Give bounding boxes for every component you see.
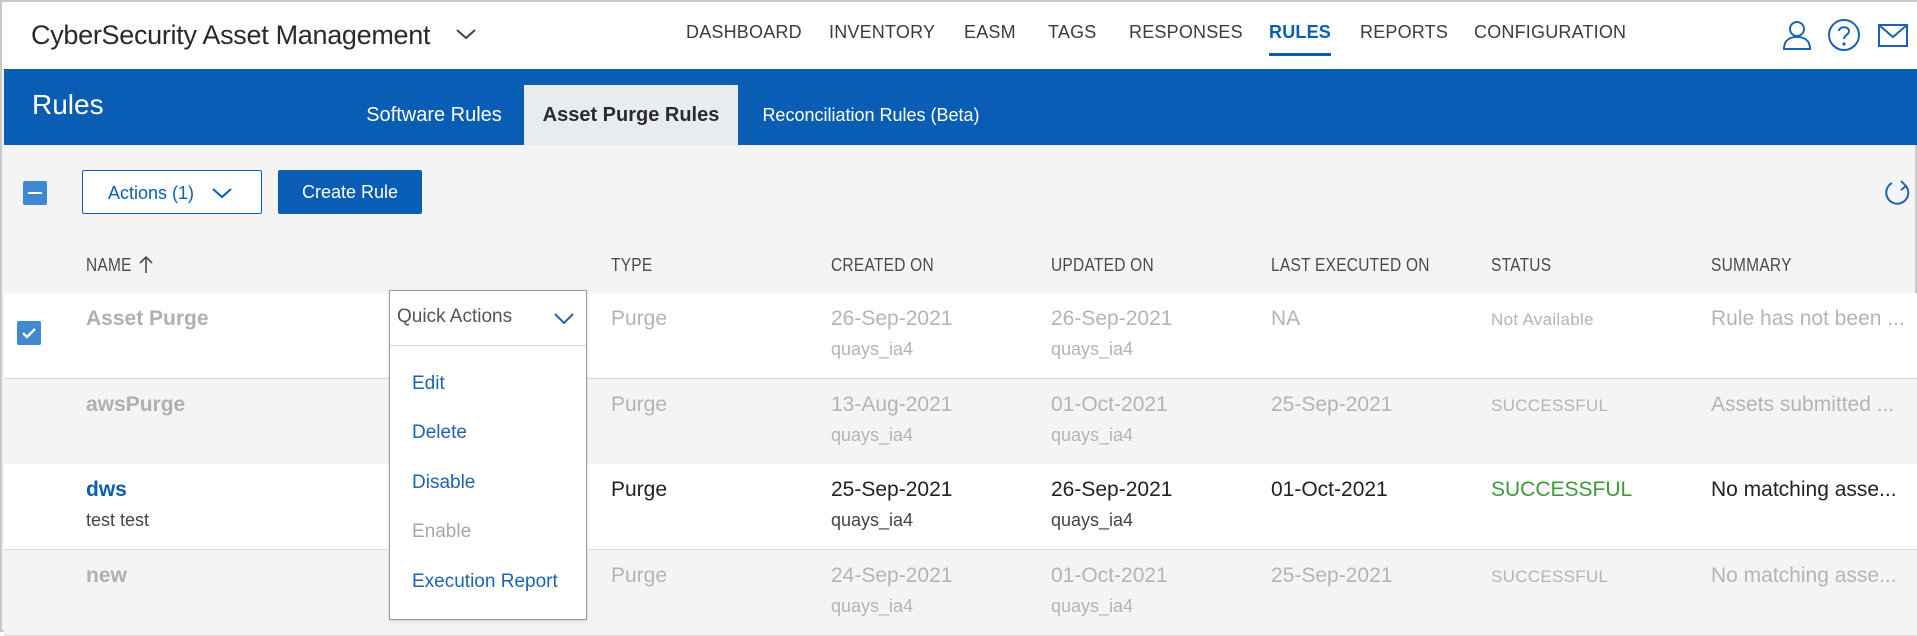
updated-date: 01-Oct-2021 [1051, 564, 1168, 587]
updated-by: quays_ia4 [1051, 596, 1134, 616]
row-checkbox[interactable] [17, 321, 41, 345]
created-by: quays_ia4 [831, 596, 914, 616]
updated-date: 26-Sep-2021 [1051, 307, 1173, 330]
top-header: CyberSecurity Asset Management DASHBOARD… [2, 2, 1917, 70]
create-rule-button[interactable]: Create Rule [278, 170, 422, 214]
table-row[interactable]: dws test test Purge 25-Sep-2021 quays_ia… [4, 464, 1917, 550]
summary-text: Rule has not been ... [1711, 307, 1905, 330]
chevron-down-icon [554, 313, 574, 325]
updated-by: quays_ia4 [1051, 425, 1134, 445]
app-title: CyberSecurity Asset Management [31, 20, 431, 50]
select-all-checkbox[interactable] [23, 181, 47, 205]
help-icon[interactable] [1827, 18, 1861, 52]
tab-asset-purge-rules[interactable]: Asset Purge Rules [524, 85, 738, 145]
active-nav-indicator [1269, 53, 1332, 56]
rule-type: Purge [611, 478, 668, 501]
table-row[interactable]: awsPurge Purge 13-Aug-2021 quays_ia4 01-… [4, 379, 1917, 465]
nav-rules[interactable]: RULES [1269, 22, 1332, 56]
quick-actions-label: Quick Actions [397, 306, 513, 327]
actions-dropdown-button[interactable]: Actions (1) [82, 170, 262, 214]
nav-reports[interactable]: REPORTS [1360, 22, 1448, 43]
rule-type: Purge [611, 393, 668, 416]
last-executed: 01-Oct-2021 [1271, 478, 1388, 501]
table-row[interactable]: Asset Purge Purge 26-Sep-2021 quays_ia4 … [4, 293, 1917, 379]
rule-name[interactable]: Asset Purge [86, 307, 209, 331]
rule-name[interactable]: awsPurge [86, 393, 185, 417]
rule-name[interactable]: new [86, 564, 127, 588]
menu-item-edit[interactable]: Edit [412, 373, 445, 395]
app-switcher-chevron-icon[interactable] [454, 24, 478, 44]
last-executed: 25-Sep-2021 [1271, 393, 1393, 416]
menu-item-disable[interactable]: Disable [412, 472, 475, 494]
nav-dashboard[interactable]: DASHBOARD [686, 22, 802, 43]
nav-easm[interactable]: EASM [964, 22, 1016, 43]
column-header-last-executed-on[interactable]: LAST EXECUTED ON [1271, 255, 1430, 276]
column-header-summary[interactable]: SUMMARY [1711, 255, 1792, 276]
nav-rules-label: RULES [1269, 22, 1332, 42]
quick-actions-trigger[interactable]: Quick Actions [390, 291, 586, 346]
status-badge: SUCCESSFUL [1491, 567, 1609, 586]
summary-text: No matching asse... [1711, 478, 1897, 501]
status-badge: SUCCESSFUL [1491, 478, 1633, 501]
created-date: 25-Sep-2021 [831, 478, 953, 501]
mail-icon[interactable] [1876, 18, 1910, 52]
chevron-down-icon [212, 188, 232, 199]
last-executed: 25-Sep-2021 [1271, 564, 1393, 587]
column-header-status[interactable]: STATUS [1491, 255, 1551, 276]
created-date: 24-Sep-2021 [831, 564, 953, 587]
column-header-name[interactable]: NAME [86, 255, 132, 276]
column-header-updated-on[interactable]: UPDATED ON [1051, 255, 1154, 276]
table-header: NAME TYPE CREATED ON UPDATED ON LAST EXE… [4, 239, 1917, 294]
created-date: 13-Aug-2021 [831, 393, 953, 416]
created-date: 26-Sep-2021 [831, 307, 953, 330]
status-badge: Not Available [1491, 310, 1594, 329]
summary-text: No matching asse... [1711, 564, 1897, 587]
sort-ascending-icon[interactable] [138, 253, 154, 275]
actions-label: Actions (1) [108, 183, 195, 203]
checkmark-icon [22, 328, 36, 339]
page-title: Rules [32, 89, 104, 120]
rule-type: Purge [611, 307, 668, 330]
quick-actions-dropdown[interactable]: Quick Actions Edit Delete Disable Enable… [389, 290, 587, 620]
refresh-icon[interactable] [1882, 178, 1912, 208]
nav-configuration[interactable]: CONFIGURATION [1474, 22, 1626, 43]
column-header-created-on[interactable]: CREATED ON [831, 255, 934, 276]
menu-item-execution-report[interactable]: Execution Report [412, 571, 558, 593]
menu-item-delete[interactable]: Delete [412, 422, 467, 444]
summary-text: Assets submitted ... [1711, 393, 1895, 416]
rule-type: Purge [611, 564, 668, 587]
user-icon[interactable] [1780, 18, 1814, 52]
table-row[interactable]: new Purge 24-Sep-2021 quays_ia4 01-Oct-2… [4, 550, 1917, 636]
menu-item-enable: Enable [412, 521, 472, 542]
nav-inventory[interactable]: INVENTORY [829, 22, 935, 43]
created-by: quays_ia4 [831, 339, 914, 359]
tab-software-rules[interactable]: Software Rules [344, 85, 524, 145]
tab-reconciliation-rules[interactable]: Reconciliation Rules (Beta) [738, 85, 1004, 145]
nav-tags[interactable]: TAGS [1048, 22, 1096, 43]
app-window: CyberSecurity Asset Management DASHBOARD… [0, 0, 1917, 636]
rule-description: test test [86, 510, 150, 530]
rule-name[interactable]: dws [86, 478, 127, 502]
updated-date: 26-Sep-2021 [1051, 478, 1173, 501]
column-header-type[interactable]: TYPE [611, 255, 652, 276]
last-executed: NA [1271, 307, 1301, 330]
nav-responses[interactable]: RESPONSES [1129, 22, 1243, 43]
updated-date: 01-Oct-2021 [1051, 393, 1168, 416]
section-band: Rules Software Rules Asset Purge Rules R… [4, 69, 1917, 145]
created-by: quays_ia4 [831, 510, 914, 530]
updated-by: quays_ia4 [1051, 339, 1134, 359]
status-badge: SUCCESSFUL [1491, 396, 1609, 415]
updated-by: quays_ia4 [1051, 510, 1134, 530]
created-by: quays_ia4 [831, 425, 914, 445]
